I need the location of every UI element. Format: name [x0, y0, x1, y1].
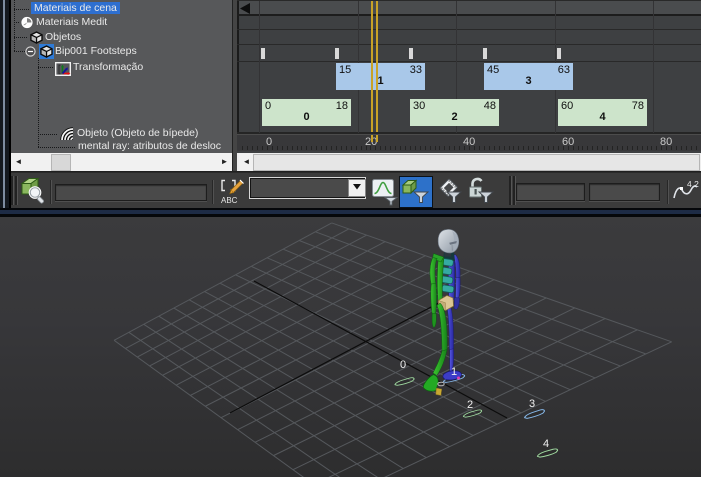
svg-text:ABC: ABC [221, 196, 238, 204]
svg-text:4: 4 [543, 438, 549, 450]
svg-text:3: 3 [529, 398, 535, 410]
svg-text:1: 1 [451, 366, 457, 378]
svg-text:2: 2 [467, 399, 473, 411]
svg-text:0: 0 [400, 359, 406, 371]
